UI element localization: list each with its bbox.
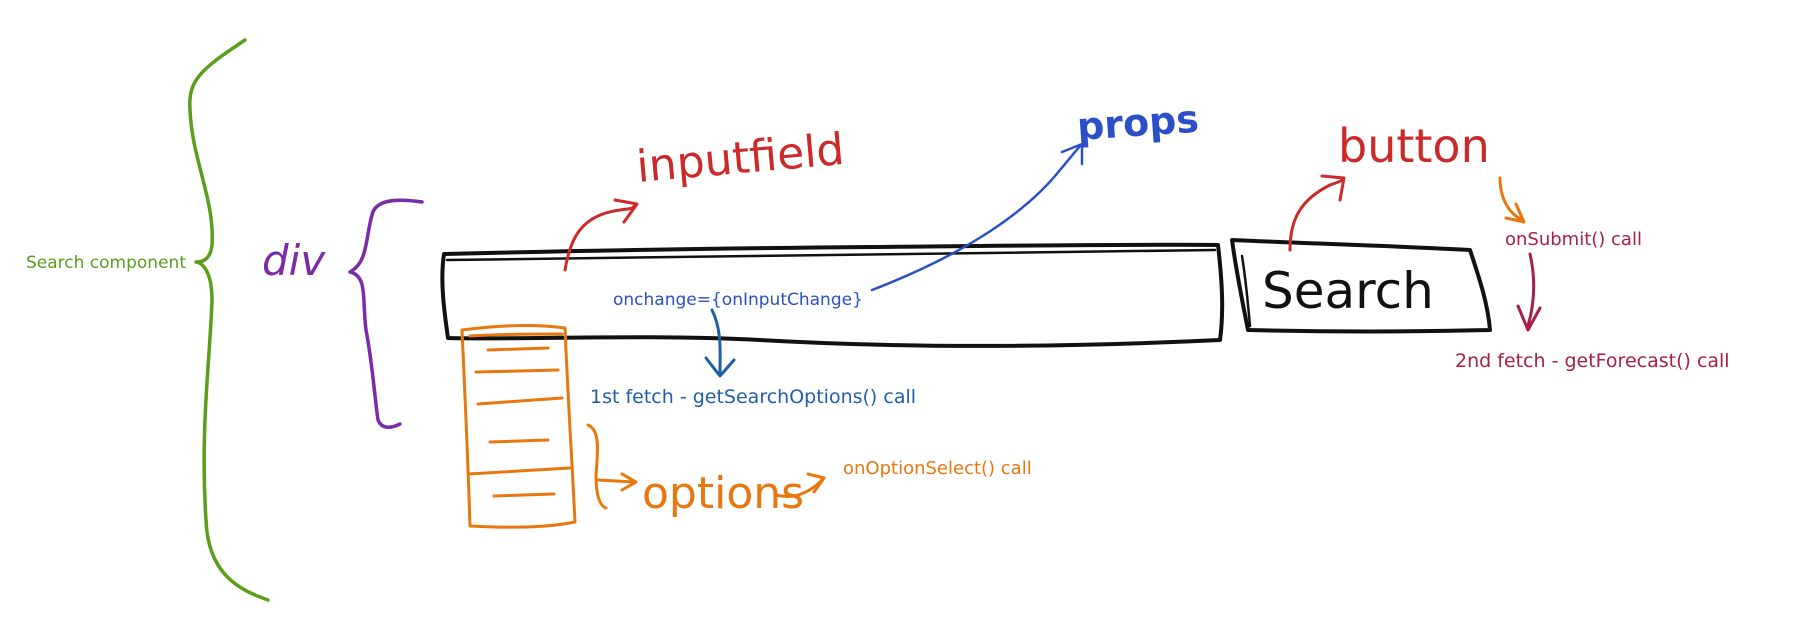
- on-submit-label: onSubmit() call: [1505, 229, 1642, 250]
- button-label: button: [1338, 119, 1490, 173]
- div-label: div: [262, 236, 326, 285]
- props-label: props: [1076, 97, 1201, 149]
- options-bracket: [586, 423, 638, 510]
- on-submit-arrow: [1498, 176, 1526, 224]
- onchange-label: onchange={onInputChange}: [613, 290, 863, 310]
- first-fetch-arrow: [704, 308, 736, 378]
- search-component-brace: [188, 38, 270, 602]
- inputfield-label: inputfield: [635, 124, 847, 193]
- on-option-select-label: onOptionSelect() call: [843, 458, 1032, 479]
- options-list-items: [466, 332, 572, 498]
- second-fetch-arrow: [1516, 252, 1542, 332]
- search-component-label: Search component: [26, 253, 186, 273]
- button-arrow: [1288, 174, 1346, 252]
- second-fetch-label: 2nd fetch - getForecast() call: [1455, 350, 1730, 372]
- search-button-label[interactable]: Search: [1262, 262, 1434, 320]
- options-label: options: [642, 468, 804, 519]
- search-component-diagram: Search component div Search inputfield p…: [26, 38, 1730, 602]
- options-list-box: [460, 324, 577, 529]
- first-fetch-label: 1st fetch - getSearchOptions() call: [590, 386, 916, 408]
- div-brace: [348, 198, 424, 429]
- props-arrow: [870, 142, 1084, 292]
